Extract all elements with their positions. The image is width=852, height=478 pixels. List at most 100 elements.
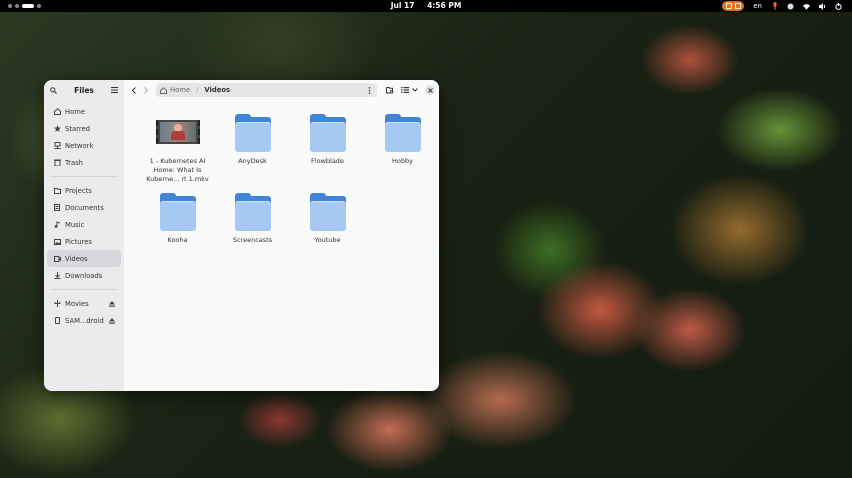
folder-item-hobby[interactable]: Hobby [365, 113, 439, 184]
folder-icon [53, 187, 61, 195]
wifi-icon[interactable] [803, 3, 810, 10]
sidebar-item-home[interactable]: Home [47, 103, 121, 120]
close-button[interactable] [425, 85, 435, 95]
sidebar-item-label: SAM...droid [65, 316, 104, 325]
view-options-button[interactable] [399, 84, 419, 96]
folder-icon [159, 192, 196, 231]
clock-date: Jul 17 [390, 1, 415, 10]
folder-name: AnyDesk [238, 157, 267, 165]
sidebar-item-pictures[interactable]: Pictures [47, 233, 121, 250]
folder-item-anydesk[interactable]: AnyDesk [215, 113, 290, 184]
breadcrumb-current[interactable]: Videos [204, 86, 366, 94]
sidebar-item-label: Pictures [65, 237, 92, 246]
home-icon [53, 108, 61, 116]
close-icon [427, 87, 433, 93]
sidebar-item-music[interactable]: Music [47, 216, 121, 233]
sidebar-item-label: Trash [65, 158, 83, 167]
sidebar-item-label: Starred [65, 124, 90, 133]
folder-name: Hobby [392, 157, 413, 165]
usb-icon [53, 300, 61, 308]
list-view-icon [400, 87, 409, 93]
file-grid: 1 - Kubernetes AI Home: What Is Kuberne.… [140, 113, 439, 245]
network-icon [53, 142, 61, 150]
sidebar-item-label: Documents [65, 203, 104, 212]
sidebar-separator [50, 176, 118, 177]
stop-icon [734, 3, 741, 9]
folder-icon [234, 192, 271, 231]
folder-icon [384, 113, 421, 152]
microphone-icon[interactable] [771, 2, 778, 10]
sidebar-item-starred[interactable]: Starred [47, 120, 121, 137]
app-title: Files [74, 85, 94, 95]
picture-icon [53, 238, 61, 246]
folder-item-kooha[interactable]: Kooha [140, 192, 215, 245]
content-area: Home / Videos 1 - Kubernetes AI Home: Wh… [124, 80, 439, 391]
folder-name: Youtube [314, 236, 341, 244]
sidebar-header: Files [44, 80, 124, 100]
sidebar-item-movies[interactable]: Movies [47, 295, 121, 312]
document-icon [53, 204, 61, 212]
forward-button[interactable] [140, 84, 152, 96]
eject-icon[interactable] [108, 300, 115, 307]
chevron-down-icon [411, 88, 418, 92]
sidebar-item-label: Home [65, 107, 86, 116]
location-bar[interactable]: Home / Videos [156, 83, 377, 97]
volume-icon[interactable] [819, 2, 826, 10]
sidebar-item-label: Movies [65, 299, 89, 308]
folder-search-icon [386, 86, 394, 94]
sidebar-item-label: Downloads [65, 271, 103, 280]
sidebar-item-documents[interactable]: Documents [47, 199, 121, 216]
sidebar-item-phone[interactable]: SAM...droid [47, 312, 121, 329]
new-folder-button[interactable] [384, 84, 396, 96]
sidebar-item-trash[interactable]: Trash [47, 154, 121, 171]
eject-icon[interactable] [108, 317, 115, 324]
more-options-icon[interactable] [366, 86, 373, 94]
sidebar-item-label: Projects [65, 186, 92, 195]
search-icon[interactable] [50, 86, 57, 94]
breadcrumb-home[interactable]: Home [160, 86, 190, 94]
chevron-left-icon [131, 86, 136, 94]
header-bar: Home / Videos [124, 80, 439, 100]
folder-name: Flowblade [311, 157, 344, 165]
hamburger-menu-icon[interactable] [110, 87, 118, 94]
folder-name: Kooha [167, 236, 188, 244]
breadcrumb-home-label: Home [170, 86, 191, 94]
folder-item-flowblade[interactable]: Flowblade [290, 113, 365, 184]
chevron-right-icon [144, 86, 149, 94]
sidebar-item-videos[interactable]: Videos [47, 250, 121, 267]
file-item-video[interactable]: 1 - Kubernetes AI Home: What Is Kuberne.… [140, 113, 215, 184]
folder-icon [234, 113, 271, 152]
sidebar-item-downloads[interactable]: Downloads [47, 267, 121, 284]
privacy-indicator-icon[interactable] [787, 3, 794, 10]
folder-item-youtube[interactable]: Youtube [290, 192, 365, 245]
breadcrumb-separator: / [196, 86, 199, 94]
phone-icon [53, 317, 61, 325]
sidebar-item-projects[interactable]: Projects [47, 182, 121, 199]
folder-icon [309, 113, 346, 152]
sidebar-item-label: Network [65, 141, 94, 150]
video-icon [53, 255, 61, 263]
home-icon [160, 86, 167, 94]
file-name: 1 - Kubernetes AI Home: What Is Kuberne.… [146, 157, 209, 183]
folder-name: Screencasts [232, 236, 273, 244]
sidebar-item-label: Videos [65, 254, 88, 263]
files-window[interactable]: Files Home Starred Network Trash Project… [44, 80, 439, 391]
sidebar-item-network[interactable]: Network [47, 137, 121, 154]
sidebar: Files Home Starred Network Trash Project… [44, 80, 125, 391]
top-bar: Jul 17 4:56 PM en [0, 0, 852, 12]
star-icon [53, 125, 61, 133]
clock-time: 4:56 PM [427, 1, 462, 10]
system-tray[interactable]: en [722, 0, 842, 12]
power-icon[interactable] [835, 2, 842, 10]
download-icon [53, 272, 61, 280]
trash-icon [53, 159, 61, 167]
screen-recording-indicator[interactable] [722, 1, 745, 11]
sidebar-item-label: Music [65, 220, 85, 229]
folder-item-screencasts[interactable]: Screencasts [215, 192, 290, 245]
music-icon [53, 221, 61, 229]
back-button[interactable] [128, 84, 140, 96]
folder-icon [309, 192, 346, 231]
keyboard-layout-indicator[interactable]: en [753, 2, 762, 10]
sidebar-separator [50, 289, 118, 290]
camera-icon [725, 3, 732, 9]
